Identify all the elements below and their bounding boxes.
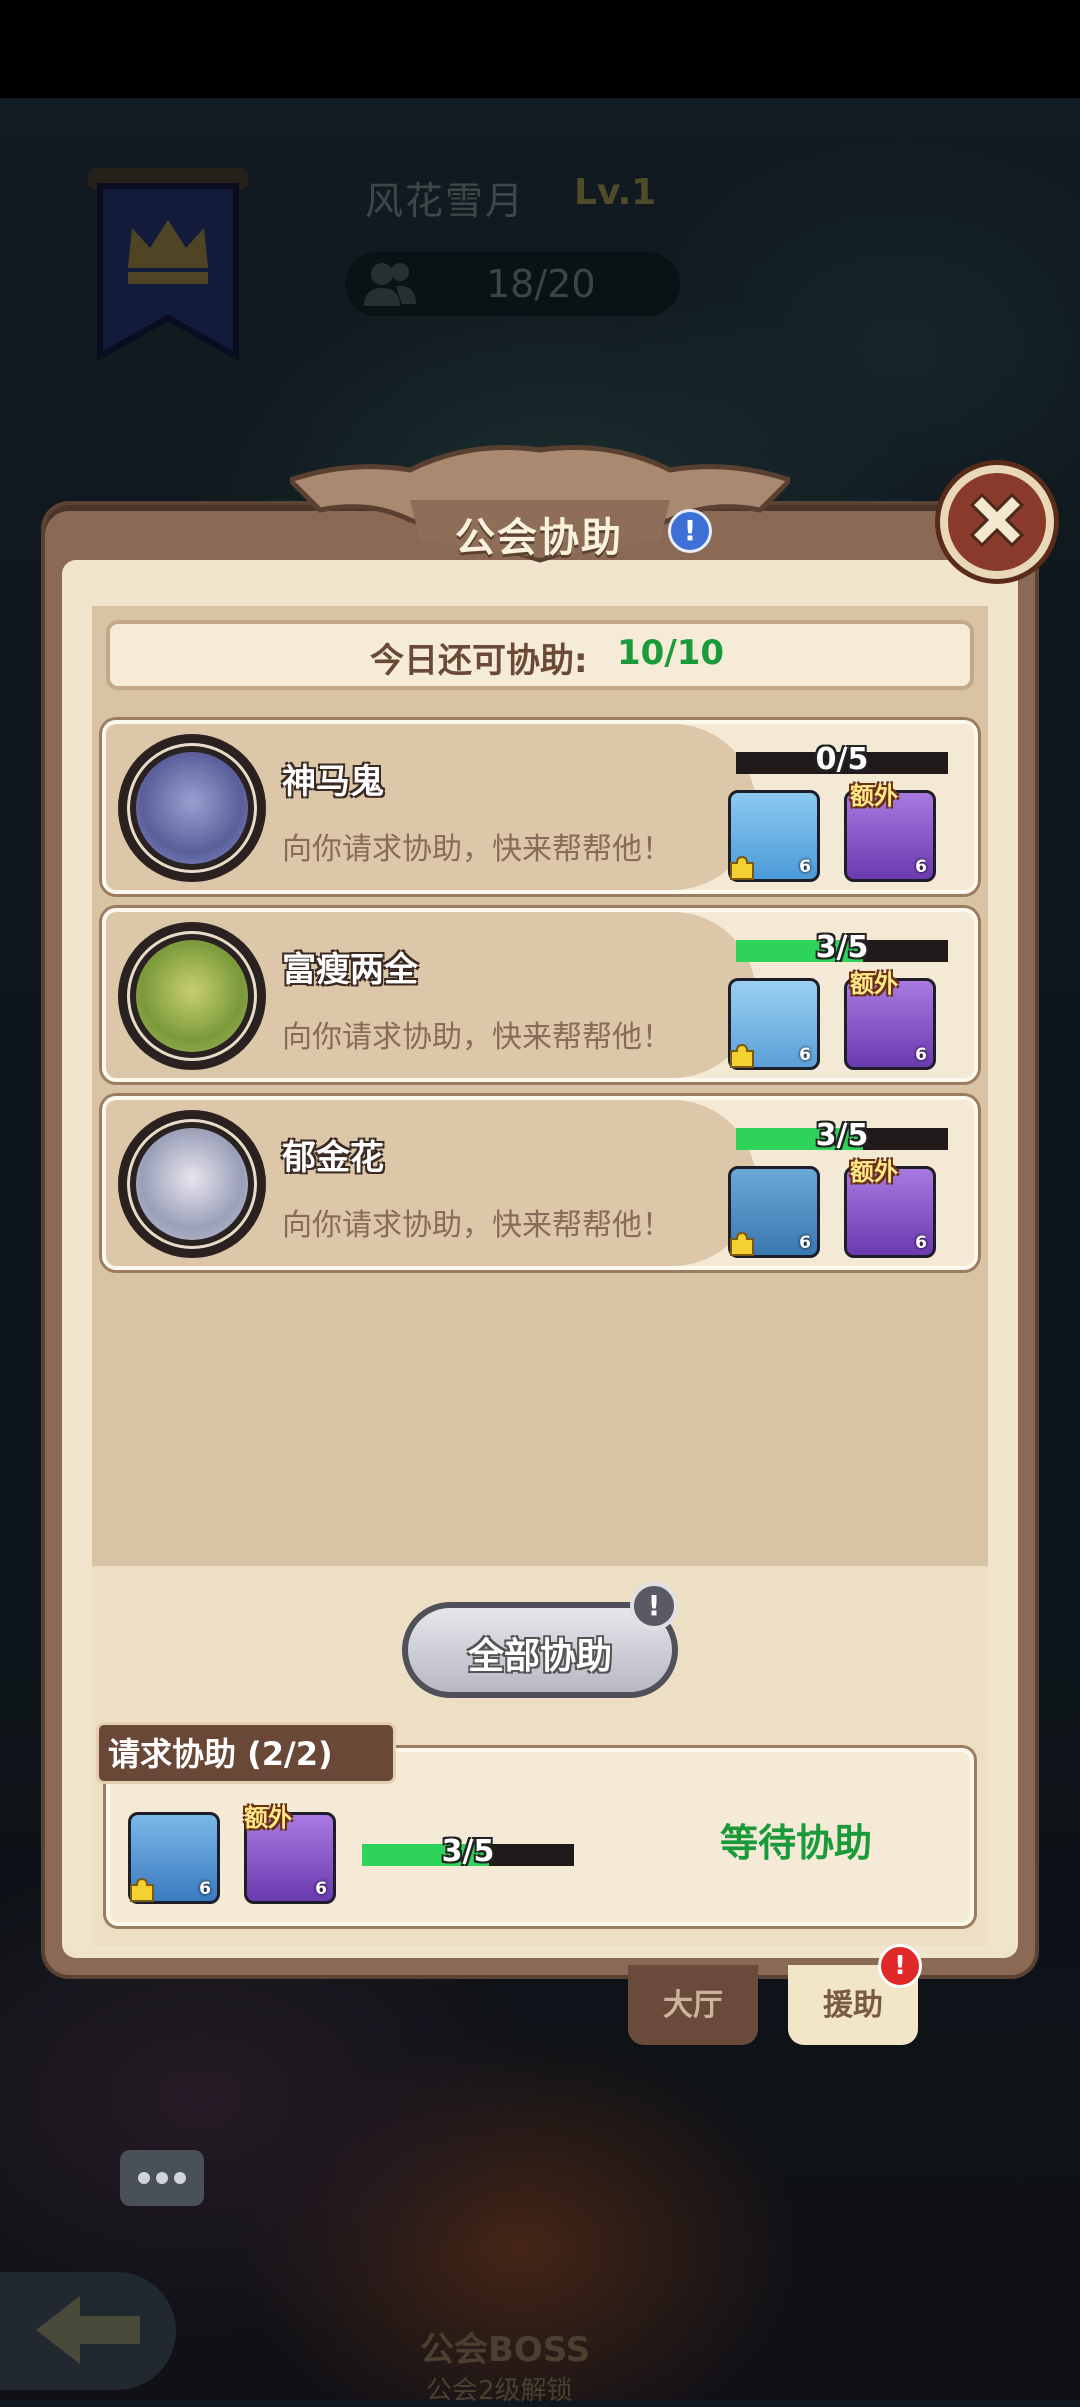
card-count: 6 bbox=[915, 857, 927, 877]
request-message: 向你请求协助，快来帮帮他！ bbox=[282, 1208, 672, 1243]
extra-reward-tag: 额外 bbox=[850, 782, 898, 810]
chat-icon bbox=[138, 2172, 186, 2184]
my-request-progress-text: 3/5 bbox=[441, 1834, 495, 1869]
dialog-title: 公会协助 bbox=[455, 515, 623, 561]
request-row[interactable]: 神马鬼 向你请求协助，快来帮帮他！ 0/5 6 6 额外 bbox=[102, 720, 978, 894]
player-avatar[interactable] bbox=[118, 734, 266, 882]
request-row[interactable]: 富瘦两全 向你请求协助，快来帮帮他！ 3/5 6 6 额外 bbox=[102, 908, 978, 1082]
assist-progress-text: 0/5 bbox=[815, 742, 869, 777]
card-count: 6 bbox=[915, 1045, 927, 1065]
puzzle-piece-icon bbox=[130, 1877, 154, 1902]
close-icon bbox=[969, 492, 1025, 548]
card-count: 6 bbox=[799, 1233, 811, 1253]
request-message: 向你请求协助，快来帮帮他！ bbox=[282, 1020, 672, 1055]
hero-fragment-card[interactable]: 6 bbox=[728, 1166, 820, 1258]
card-count: 6 bbox=[199, 1879, 211, 1899]
hero-fragment-card[interactable]: 6 bbox=[128, 1812, 220, 1904]
card-count: 6 bbox=[799, 857, 811, 877]
player-name: 郁金花 bbox=[282, 1138, 384, 1178]
puzzle-piece-icon bbox=[730, 1231, 754, 1256]
guild-boss-unlock-hint: 公会2级解锁 bbox=[426, 2376, 573, 2406]
tab-hall-label: 大厅 bbox=[663, 1988, 723, 2023]
player-name: 神马鬼 bbox=[282, 762, 384, 802]
extra-reward-tag: 额外 bbox=[850, 1158, 898, 1186]
close-button[interactable] bbox=[940, 465, 1054, 579]
status-bar bbox=[0, 0, 1080, 98]
extra-reward-tag: 额外 bbox=[244, 1804, 292, 1832]
my-request-title: 请求协助 (2/2) bbox=[108, 1735, 333, 1773]
card-count: 6 bbox=[915, 1233, 927, 1253]
player-avatar[interactable] bbox=[118, 922, 266, 1070]
request-row[interactable]: 郁金花 向你请求协助，快来帮帮他！ 3/5 6 6 额外 bbox=[102, 1096, 978, 1270]
player-name: 富瘦两全 bbox=[282, 950, 418, 990]
remaining-assists-label: 今日还可协助: bbox=[370, 641, 588, 681]
assist-progress-text: 3/5 bbox=[815, 1118, 869, 1153]
assist-progress-text: 3/5 bbox=[815, 930, 869, 965]
puzzle-piece-icon bbox=[730, 855, 754, 880]
chat-button[interactable] bbox=[120, 2150, 204, 2206]
info-button[interactable]: ! bbox=[668, 509, 712, 553]
back-button[interactable] bbox=[0, 2272, 176, 2390]
back-arrow-icon bbox=[36, 2296, 140, 2364]
guild-boss-label[interactable]: 公会BOSS bbox=[420, 2322, 590, 2371]
puzzle-piece-icon bbox=[730, 1043, 754, 1068]
my-request-status: 等待协助 bbox=[720, 1821, 873, 1865]
notification-badge: ! bbox=[878, 1944, 922, 1988]
player-avatar[interactable] bbox=[118, 1110, 266, 1258]
assist-all-info-badge[interactable]: ! bbox=[630, 1582, 678, 1630]
remaining-assists-value: 10/10 bbox=[617, 633, 725, 673]
extra-reward-tag: 额外 bbox=[850, 970, 898, 998]
hero-fragment-card[interactable]: 6 bbox=[728, 790, 820, 882]
card-count: 6 bbox=[315, 1879, 327, 1899]
card-count: 6 bbox=[799, 1045, 811, 1065]
assist-all-label: 全部协助 bbox=[467, 1636, 612, 1677]
hero-fragment-card[interactable]: 6 bbox=[728, 978, 820, 1070]
request-message: 向你请求协助，快来帮帮他！ bbox=[282, 832, 672, 867]
